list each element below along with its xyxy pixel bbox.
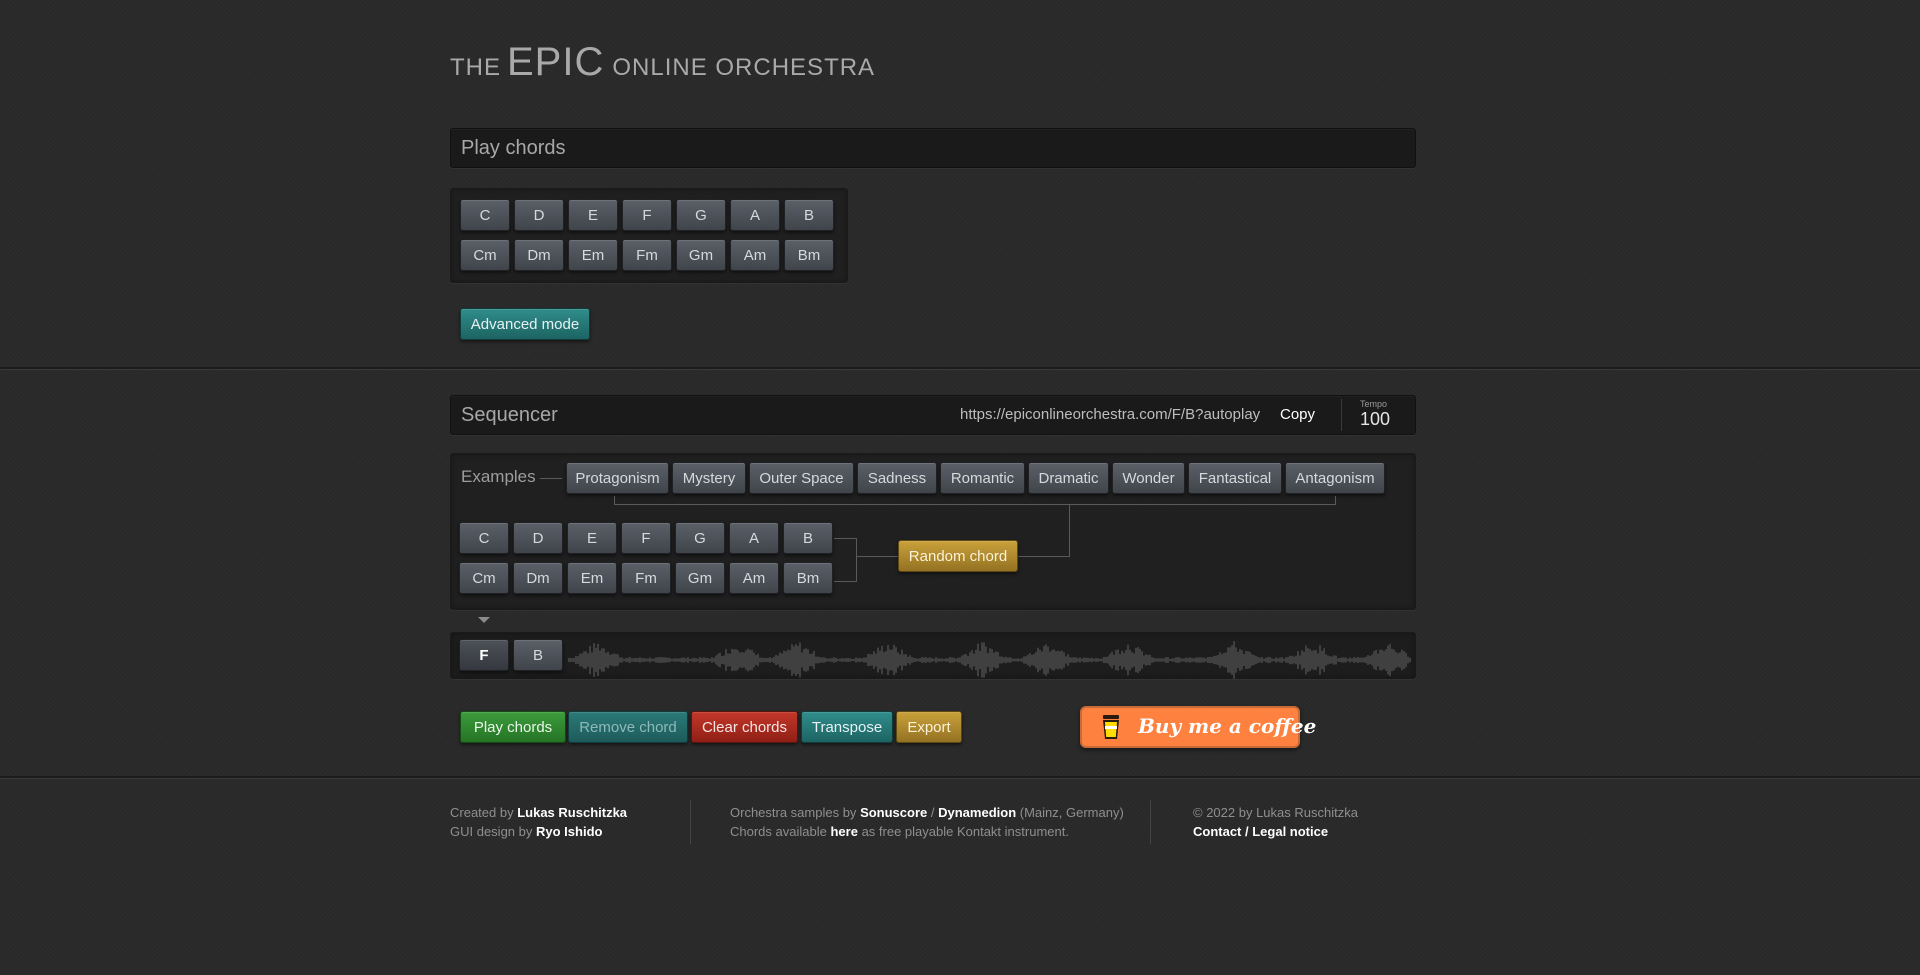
- play-chord-g[interactable]: G: [676, 199, 726, 231]
- legal-notice-link[interactable]: Contact / Legal notice: [1193, 824, 1328, 839]
- seq-chord-gm[interactable]: Gm: [675, 562, 725, 594]
- chords-available-label: Chords available: [730, 824, 827, 839]
- timeline-chord-b[interactable]: B: [513, 639, 563, 671]
- kontakt-text: as free playable Kontakt instrument.: [861, 824, 1069, 839]
- play-chord-bm[interactable]: Bm: [784, 239, 834, 271]
- seq-chord-dm[interactable]: Dm: [513, 562, 563, 594]
- play-chords-title: Play chords: [461, 137, 566, 159]
- play-chord-am[interactable]: Am: [730, 239, 780, 271]
- logo-the: THE: [450, 54, 501, 81]
- collapse-arrow-icon[interactable]: [478, 617, 490, 623]
- play-chords-header: Play chords: [450, 128, 1416, 168]
- play-chord-d[interactable]: D: [514, 199, 564, 231]
- footer-credits: Created by Lukas Ruschitzka GUI design b…: [450, 803, 627, 841]
- seq-chord-cm[interactable]: Cm: [459, 562, 509, 594]
- footer-separator-2: [1150, 800, 1151, 844]
- remove-chord-button[interactable]: Remove chord: [568, 711, 688, 743]
- footer-samples: Orchestra samples by Sonuscore / Dynamed…: [730, 803, 1124, 841]
- play-chords-button[interactable]: Play chords: [460, 711, 566, 743]
- seq-chord-a[interactable]: A: [729, 522, 779, 554]
- sonuscore-link[interactable]: Sonuscore: [860, 805, 927, 820]
- examples-dash: [540, 478, 562, 479]
- footer-legal: © 2022 by Lukas Ruschitzka Contact / Leg…: [1193, 803, 1358, 841]
- seq-chord-bm[interactable]: Bm: [783, 562, 833, 594]
- copyright-text: © 2022 by Lukas Ruschitzka: [1193, 805, 1358, 820]
- example-outer-space[interactable]: Outer Space: [749, 462, 854, 494]
- examples-label: Examples: [461, 467, 536, 486]
- play-chord-a[interactable]: A: [730, 199, 780, 231]
- tempo-label: Tempo: [1360, 399, 1388, 409]
- sequencer-title: Sequencer: [461, 404, 558, 426]
- logo-epic: EPIC: [507, 40, 605, 84]
- play-chord-gm[interactable]: Gm: [676, 239, 726, 271]
- section-divider: [0, 367, 1920, 370]
- gui-designer-link[interactable]: Ryo Ishido: [536, 824, 602, 839]
- coffee-label: Buy me a coffee: [1138, 714, 1317, 738]
- creator-link[interactable]: Lukas Ruschitzka: [517, 805, 627, 820]
- play-chord-e[interactable]: E: [568, 199, 618, 231]
- waveform-graphic: [568, 641, 1411, 679]
- chords-bracket: [834, 538, 857, 582]
- seq-chord-f[interactable]: F: [621, 522, 671, 554]
- samples-by-label: Orchestra samples by: [730, 805, 857, 820]
- footer-divider: [0, 776, 1920, 779]
- play-chord-dm[interactable]: Dm: [514, 239, 564, 271]
- coffee-cup-icon: [1103, 715, 1119, 739]
- logo-online-orchestra: ONLINE ORCHESTRA: [612, 54, 876, 81]
- share-url[interactable]: https://epiconlineorchestra.com/F/B?auto…: [960, 406, 1260, 423]
- samples-slash: /: [930, 805, 935, 820]
- seq-chord-b[interactable]: B: [783, 522, 833, 554]
- example-sadness[interactable]: Sadness: [857, 462, 937, 494]
- kontakt-here-link[interactable]: here: [830, 824, 857, 839]
- play-chord-fm[interactable]: Fm: [622, 239, 672, 271]
- example-antagonism[interactable]: Antagonism: [1285, 462, 1385, 494]
- play-chord-em[interactable]: Em: [568, 239, 618, 271]
- clear-chords-button[interactable]: Clear chords: [691, 711, 798, 743]
- tempo-separator: [1341, 399, 1342, 431]
- example-fantastical[interactable]: Fantastical: [1188, 462, 1282, 494]
- seq-chord-d[interactable]: D: [513, 522, 563, 554]
- examples-bracket: [614, 496, 1336, 505]
- advanced-mode-button[interactable]: Advanced mode: [460, 308, 590, 340]
- created-by-label: Created by: [450, 805, 514, 820]
- tempo-value[interactable]: 100: [1360, 409, 1390, 430]
- seq-chord-em[interactable]: Em: [567, 562, 617, 594]
- gui-by-label: GUI design by: [450, 824, 533, 839]
- export-button[interactable]: Export: [896, 711, 962, 743]
- timeline-chord-f[interactable]: F: [459, 639, 509, 671]
- example-wonder[interactable]: Wonder: [1112, 462, 1185, 494]
- seq-chord-c[interactable]: C: [459, 522, 509, 554]
- random-connector-v: [1069, 504, 1071, 556]
- seq-chord-am[interactable]: Am: [729, 562, 779, 594]
- seq-chord-fm[interactable]: Fm: [621, 562, 671, 594]
- footer-separator-1: [690, 800, 691, 844]
- play-chord-cm[interactable]: Cm: [460, 239, 510, 271]
- samples-location: (Mainz, Germany): [1019, 805, 1124, 820]
- play-chord-f[interactable]: F: [622, 199, 672, 231]
- example-protagonism[interactable]: Protagonism: [566, 462, 669, 494]
- sequencer-header: Sequencer https://epiconlineorchestra.co…: [450, 395, 1416, 435]
- dynamedion-link[interactable]: Dynamedion: [938, 805, 1016, 820]
- chords-to-random: [856, 556, 898, 558]
- example-mystery[interactable]: Mystery: [672, 462, 746, 494]
- random-connector-h: [1018, 556, 1070, 558]
- random-chord-button[interactable]: Random chord: [898, 540, 1018, 572]
- seq-chord-e[interactable]: E: [567, 522, 617, 554]
- seq-chord-g[interactable]: G: [675, 522, 725, 554]
- transpose-button[interactable]: Transpose: [801, 711, 893, 743]
- play-chord-b[interactable]: B: [784, 199, 834, 231]
- play-chord-c[interactable]: C: [460, 199, 510, 231]
- example-dramatic[interactable]: Dramatic: [1028, 462, 1109, 494]
- copy-url-button[interactable]: Copy: [1280, 406, 1315, 423]
- site-logo[interactable]: THE EPIC ONLINE ORCHESTRA: [450, 40, 875, 85]
- example-romantic[interactable]: Romantic: [940, 462, 1025, 494]
- buy-me-a-coffee-button[interactable]: Buy me a coffee: [1080, 706, 1316, 748]
